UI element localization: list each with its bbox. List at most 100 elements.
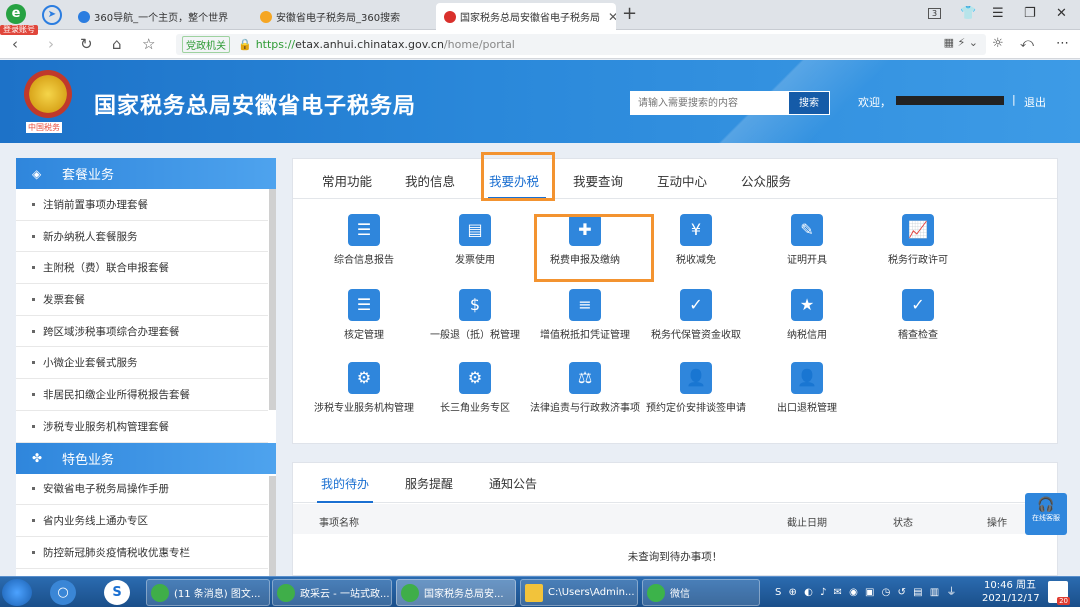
service-tile[interactable]: ¥ 税收减免 — [641, 214, 751, 268]
online-service-button[interactable]: 🎧 在线客服 — [1025, 493, 1067, 535]
url-field[interactable]: 党政机关 🔒 https:// etax.anhui.chinatax.gov.… — [176, 34, 986, 55]
close-window-icon[interactable]: ✕ — [1056, 6, 1067, 21]
sidebar-section-package[interactable]: ◈ 套餐业务 — [16, 158, 276, 189]
menu-icon[interactable]: ☰ — [992, 6, 1004, 21]
search-favicon-icon — [260, 10, 272, 23]
extension-icons[interactable]: ▦ ⚡ ⌄ — [944, 36, 978, 49]
service-label: 增值税抵扣凭证管理 — [540, 330, 630, 341]
sidebar-scrollbar[interactable] — [269, 189, 276, 410]
tab-my-info[interactable]: 我的信息 — [405, 171, 455, 190]
service-tile[interactable]: ☰ 核定管理 — [309, 289, 419, 343]
sidebar-item[interactable]: 小微企业套餐式服务 — [16, 347, 268, 380]
sidebar-item[interactable]: 省内业务线上通办专区 — [16, 505, 268, 537]
service-label: 出口退税管理 — [777, 403, 837, 414]
tab-service-reminder[interactable]: 服务提醒 — [405, 475, 453, 492]
browser-tab[interactable]: 安徽省电子税务局_360搜索 — [252, 3, 432, 30]
service-icon: ⚙ — [459, 362, 491, 394]
system-tray[interactable]: S ⊕ ◐ ♪ ✉ ◉ ▣ ◷ ↺ ▤ ▥ ⏚ — [775, 583, 958, 598]
tab-common[interactable]: 常用功能 — [322, 171, 372, 190]
sidebar-item[interactable]: 非居民扣缴企业所得税报告套餐 — [16, 379, 268, 411]
sidebar-item[interactable]: 防控新冠肺炎疫情税收优惠专栏 — [16, 537, 268, 569]
taskbar-item-active[interactable]: 国家税务总局安... — [396, 579, 516, 606]
sidebar-item[interactable]: 主附税（费）联合申报套餐 — [16, 252, 268, 285]
browser-tab-active[interactable]: 国家税务总局安徽省电子税务局 ✕ — [436, 3, 616, 30]
taskbar-item[interactable]: 政采云 - 一站式政... — [272, 579, 392, 606]
site-title: 国家税务总局安徽省电子税务局 — [94, 94, 417, 119]
tab-count-badge[interactable]: 3 — [928, 8, 942, 19]
browser-logo-icon[interactable]: e — [6, 4, 26, 24]
sidebar-scrollbar[interactable] — [269, 476, 276, 576]
new-tab-button[interactable]: + — [622, 3, 637, 24]
notification-count: 20 — [1057, 597, 1070, 605]
forward-icon[interactable]: › — [48, 35, 54, 53]
taskbar-item[interactable]: (11 条消息) 图文... — [146, 579, 270, 606]
service-icon: ▤ — [459, 214, 491, 246]
tab-interaction[interactable]: 互动中心 — [657, 171, 707, 190]
search-input[interactable] — [630, 91, 788, 115]
sidebar-item[interactable]: 安徽省电子税务局操作手册 — [16, 474, 268, 506]
start-button[interactable] — [2, 579, 32, 606]
tab-my-todo[interactable]: 我的待办 — [321, 475, 369, 492]
notification-icon[interactable]: 20 — [1048, 581, 1070, 605]
logout-link[interactable]: 退出 — [1024, 94, 1046, 110]
tab-title: 安徽省电子税务局_360搜索 — [276, 13, 401, 24]
home-icon[interactable]: ⌂ — [112, 35, 122, 53]
clock-date: 2021/12/17 — [982, 593, 1040, 604]
todo-table-header: 事项名称 截止日期 状态 操作 — [293, 504, 1057, 534]
service-tile[interactable]: 👤 预约定价安排谈签申请 — [641, 362, 751, 416]
site-favicon-icon — [78, 10, 90, 23]
service-tile[interactable]: $ 一般退（抵）税管理 — [420, 289, 530, 343]
tab-notice[interactable]: 通知公告 — [489, 475, 537, 492]
taskbar-label: C:\Users\Admin... — [548, 587, 635, 598]
service-tile[interactable]: ≡ 增值税抵扣凭证管理 — [530, 289, 640, 343]
sidebar-item[interactable]: 注销前置事项办理套餐 — [16, 189, 268, 221]
search-button[interactable]: 搜索 — [788, 91, 830, 115]
service-tile[interactable]: ⚖ 法律追责与行政救济事项 — [530, 362, 640, 416]
service-icon: ✎ — [791, 214, 823, 246]
service-tile[interactable]: ▤ 发票使用 — [420, 214, 530, 268]
service-icon: 👤 — [791, 362, 823, 394]
more-icon[interactable]: ⋯ — [1056, 36, 1069, 51]
service-tile[interactable]: ✎ 证明开具 — [752, 214, 862, 268]
service-tile[interactable]: ☰ 综合信息报告 — [309, 214, 419, 268]
sogou-icon[interactable]: S — [104, 580, 130, 605]
section-title: 特色业务 — [62, 452, 115, 468]
taskbar-label: 国家税务总局安... — [424, 589, 504, 600]
browser-tab[interactable]: 360导航_一个主页，整个世界 — [70, 3, 250, 30]
shirt-icon[interactable]: 👕 — [960, 6, 976, 21]
column-header: 事项名称 — [319, 518, 359, 529]
browser-icon — [401, 583, 419, 602]
sidebar-item[interactable]: 涉税专业服务机构管理套餐 — [16, 411, 268, 443]
service-tile[interactable]: ✓ 稽查检查 — [863, 289, 973, 343]
service-tile[interactable]: ✓ 税务代保管资金收取 — [641, 289, 751, 343]
taskbar-item[interactable]: 微信 — [642, 579, 760, 606]
restore-window-icon[interactable]: ❐ — [1024, 6, 1036, 21]
sidebar-section-featured[interactable]: ✤ 特色业务 — [16, 442, 276, 474]
service-tile[interactable]: ★ 纳税信用 — [752, 289, 862, 343]
sidebar-item[interactable]: 发票套餐 — [16, 284, 268, 316]
undo-icon[interactable]: ⤺ — [1020, 36, 1034, 51]
search-icon[interactable]: ○ — [50, 580, 76, 605]
login-account-badge[interactable]: 登录账号 — [0, 25, 38, 35]
tab-title: 360导航_一个主页，整个世界 — [94, 13, 229, 24]
service-label: 核定管理 — [344, 330, 384, 341]
compass-icon[interactable]: ➤ — [42, 5, 62, 25]
reload-icon[interactable]: ↻ — [80, 35, 93, 53]
service-tile[interactable]: 👤 出口退税管理 — [752, 362, 862, 416]
tab-title: 国家税务总局安徽省电子税务局 — [460, 13, 600, 24]
taskbar-item[interactable]: C:\Users\Admin... — [520, 579, 638, 606]
emblem-caption: 中国税务 — [26, 122, 62, 133]
bookmark-star-icon[interactable]: ☆ — [142, 35, 155, 53]
service-label: 税收减免 — [676, 255, 716, 266]
sidebar-item[interactable]: 新办纳税人套餐服务 — [16, 221, 268, 253]
brightness-icon[interactable]: ☼ — [992, 36, 1004, 51]
back-icon[interactable]: ‹ — [12, 35, 18, 53]
close-tab-icon[interactable]: ✕ — [600, 10, 616, 24]
service-tile[interactable]: 📈 税务行政许可 — [863, 214, 973, 268]
service-tile[interactable]: ⚙ 长三角业务专区 — [420, 362, 530, 416]
tab-query[interactable]: 我要查询 — [573, 171, 623, 190]
system-clock[interactable]: 10:46 周五 2021/12/17 — [982, 579, 1040, 605]
sidebar-item[interactable]: 跨区域涉税事项综合办理套餐 — [16, 316, 268, 348]
tab-public-service[interactable]: 公众服务 — [741, 171, 791, 190]
service-tile[interactable]: ⚙ 涉税专业服务机构管理 — [309, 362, 419, 416]
